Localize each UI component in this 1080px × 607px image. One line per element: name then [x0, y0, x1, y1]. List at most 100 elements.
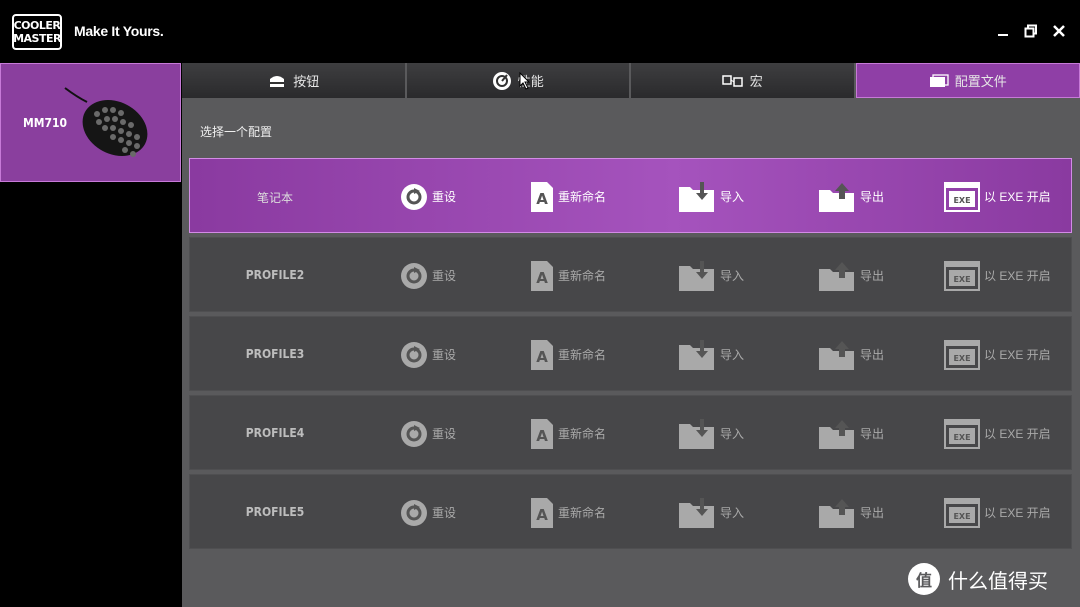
export-icon	[819, 340, 854, 370]
rename-button[interactable]: A 重新命名	[530, 159, 606, 234]
section-title: 选择一个配置	[200, 125, 273, 139]
tab-profiles[interactable]: 配置文件	[855, 63, 1080, 98]
rename-button[interactable]: A 重新命名	[530, 475, 606, 550]
tab-label: 按钮	[293, 74, 320, 89]
minimize-button[interactable]	[992, 20, 1014, 42]
import-label: 导入	[720, 190, 745, 204]
import-button[interactable]: 导入	[678, 396, 744, 471]
import-icon	[679, 339, 714, 370]
restore-icon	[1024, 24, 1037, 38]
exe-badge: EXE	[953, 433, 970, 442]
import-button[interactable]: 导入	[678, 475, 744, 550]
reset-button[interactable]: 重设	[400, 317, 456, 392]
cursor-icon	[519, 72, 531, 90]
rename-icon: A	[531, 260, 553, 291]
exe-label: 以 EXE 开启	[984, 269, 1051, 283]
open-as-exe-button[interactable]: EXE 以 EXE 开启	[944, 317, 1051, 392]
import-label: 导入	[720, 348, 745, 362]
svg-text:A: A	[536, 427, 548, 445]
import-label: 导入	[720, 427, 745, 441]
profile-row-1[interactable]: 笔记本 重设 A 重新命名 导入 导出 EXE 以 EXE 开启	[189, 158, 1072, 233]
open-as-exe-button[interactable]: EXE 以 EXE 开启	[944, 238, 1051, 313]
rename-button[interactable]: A 重新命名	[530, 238, 606, 313]
watermark-text: 什么值得买	[948, 568, 1048, 593]
exe-label: 以 EXE 开启	[984, 190, 1051, 204]
tab-label: 宏	[749, 74, 763, 89]
export-button[interactable]: 导出	[818, 317, 884, 392]
import-icon	[679, 181, 714, 212]
export-icon	[819, 419, 854, 449]
reset-icon	[401, 420, 427, 447]
open-as-exe-button[interactable]: EXE 以 EXE 开启	[944, 396, 1051, 471]
export-label: 导出	[860, 269, 885, 283]
exe-badge: EXE	[953, 275, 970, 284]
import-button[interactable]: 导入	[678, 159, 744, 234]
exe-badge: EXE	[953, 354, 970, 363]
profile-name: PROFILE3	[245, 347, 305, 361]
exe-label: 以 EXE 开启	[984, 427, 1051, 441]
device-panel[interactable]: MM710	[0, 63, 181, 182]
export-button[interactable]: 导出	[818, 475, 884, 550]
profile-row-3[interactable]: PROFILE3 重设 A 重新命名 导入 导出 EXE 以 EXE 开启	[189, 316, 1072, 391]
reset-label: 重设	[432, 506, 457, 520]
export-icon	[819, 498, 854, 528]
reset-icon	[401, 262, 427, 289]
profile-name: PROFILE4	[245, 426, 305, 440]
close-icon	[1053, 25, 1065, 37]
exe-label: 以 EXE 开启	[984, 506, 1051, 520]
reset-label: 重设	[432, 269, 457, 283]
tab-buttons[interactable]: 按钮	[182, 63, 405, 98]
rename-icon: A	[531, 339, 553, 370]
import-label: 导入	[720, 506, 745, 520]
export-label: 导出	[860, 506, 885, 520]
logo-line1: COOLER	[13, 19, 61, 32]
import-button[interactable]: 导入	[678, 238, 744, 313]
export-label: 导出	[860, 348, 885, 362]
profile-name: PROFILE2	[245, 268, 305, 282]
export-button[interactable]: 导出	[818, 238, 884, 313]
exe-badge: EXE	[953, 196, 970, 205]
rename-icon: A	[531, 497, 553, 528]
reset-icon	[401, 183, 427, 210]
mouse-buttons-icon	[267, 73, 287, 89]
rename-icon: A	[531, 418, 553, 449]
rename-label: 重新命名	[558, 190, 607, 204]
profile-list: 笔记本 重设 A 重新命名 导入 导出 EXE 以 EXE 开启 PROFILE…	[189, 158, 1072, 553]
import-icon	[679, 260, 714, 291]
macro-icon	[721, 74, 744, 88]
open-as-exe-button[interactable]: EXE 以 EXE 开启	[944, 475, 1051, 550]
close-button[interactable]	[1048, 20, 1070, 42]
reset-label: 重设	[432, 427, 457, 441]
watermark-badge: 值	[908, 563, 940, 595]
export-label: 导出	[860, 190, 885, 204]
restore-button[interactable]	[1020, 20, 1042, 42]
reset-label: 重设	[432, 348, 457, 362]
rename-label: 重新命名	[558, 269, 607, 283]
tab-macro[interactable]: 宏	[631, 63, 854, 98]
profile-row-4[interactable]: PROFILE4 重设 A 重新命名 导入 导出 EXE 以 EXE 开启	[189, 395, 1072, 470]
profile-row-5[interactable]: PROFILE5 重设 A 重新命名 导入 导出 EXE 以 EXE 开启	[189, 474, 1072, 549]
export-button[interactable]: 导出	[818, 159, 884, 234]
tab-label: 配置文件	[954, 74, 1007, 89]
rename-button[interactable]: A 重新命名	[530, 396, 606, 471]
profile-row-2[interactable]: PROFILE2 重设 A 重新命名 导入 导出 EXE 以 EXE 开启	[189, 237, 1072, 312]
export-icon	[819, 182, 854, 212]
performance-icon	[492, 71, 512, 91]
tab-performance[interactable]: 性能	[406, 63, 629, 98]
tab-bar: 按钮 性能 宏 配置文件	[182, 63, 1080, 98]
open-as-exe-button[interactable]: EXE 以 EXE 开启	[944, 159, 1051, 234]
reset-button[interactable]: 重设	[400, 475, 456, 550]
reset-button[interactable]: 重设	[400, 159, 456, 234]
svg-text:A: A	[536, 190, 548, 208]
import-button[interactable]: 导入	[678, 317, 744, 392]
exe-label: 以 EXE 开启	[984, 348, 1051, 362]
rename-button[interactable]: A 重新命名	[530, 317, 606, 392]
exe-window-icon: EXE	[944, 418, 980, 449]
reset-button[interactable]: 重设	[400, 238, 456, 313]
export-button[interactable]: 导出	[818, 396, 884, 471]
profile-name: 笔记本	[256, 191, 293, 205]
exe-window-icon: EXE	[944, 497, 980, 528]
export-icon	[819, 261, 854, 291]
reset-button[interactable]: 重设	[400, 396, 456, 471]
main-panel: 按钮 性能 宏 配置文件 选择一个配置 笔记本 重设 A 重新命名 导入 导出 …	[182, 63, 1080, 607]
